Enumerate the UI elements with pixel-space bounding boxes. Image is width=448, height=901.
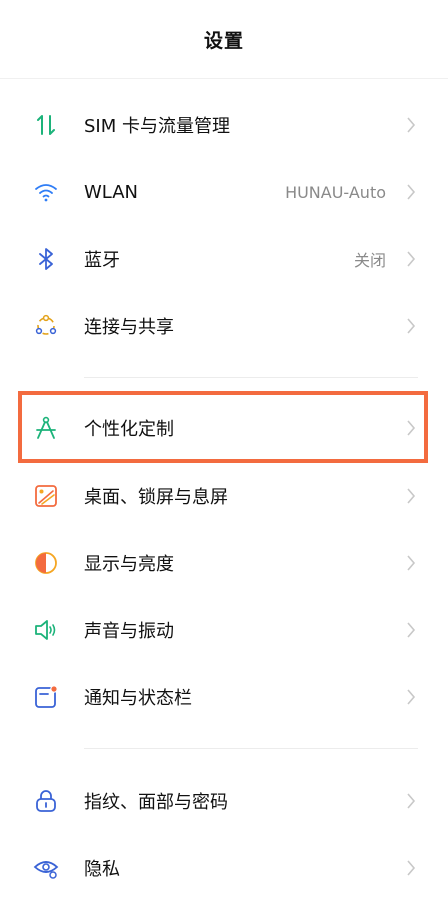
chevron-right-icon [404,249,418,269]
settings-item-personalization[interactable]: 个性化定制 [0,395,448,461]
settings-item-label: 指纹、面部与密码 [84,792,228,813]
wallpaper-icon [32,482,60,510]
chevron-right-icon [404,620,418,640]
settings-item-sim-data[interactable]: SIM 卡与流量管理 [0,92,448,158]
chevron-right-icon [404,316,418,336]
chevron-right-icon [404,687,418,707]
chevron-right-icon [404,486,418,506]
section-divider [84,748,418,749]
chevron-right-icon [404,182,418,202]
settings-item-label: 桌面、锁屏与息屏 [84,487,228,508]
settings-item-label: 通知与状态栏 [84,688,192,709]
wlan-network-value: HUNAU-Auto [285,182,386,202]
settings-item-wlan[interactable]: WLAN HUNAU-Auto [0,159,448,225]
bluetooth-status-value: 关闭 [353,251,386,270]
privacy-eye-icon [32,854,60,882]
chevron-right-icon [404,418,418,438]
page-title: 设置 [203,29,244,52]
bluetooth-icon [32,245,60,273]
wifi-icon [32,178,60,206]
compass-icon [32,414,60,442]
settings-item-sound-vibration[interactable]: 声音与振动 [0,597,448,663]
settings-item-label: SIM 卡与流量管理 [84,116,230,137]
settings-item-label: 连接与共享 [84,317,174,338]
sim-data-icon [32,111,60,139]
settings-item-label: 隐私 [84,859,120,880]
settings-item-label: 蓝牙 [84,250,120,271]
settings-item-label: 声音与振动 [84,621,174,642]
chevron-right-icon [404,553,418,573]
brightness-icon [32,549,60,577]
top-bar: 设置 [0,0,448,79]
settings-item-privacy[interactable]: 隐私 [0,835,448,901]
settings-item-display-brightness[interactable]: 显示与亮度 [0,530,448,596]
settings-item-bluetooth[interactable]: 蓝牙 关闭 [0,226,448,292]
notification-icon [32,683,60,711]
lock-icon [32,787,60,815]
chevron-right-icon [404,858,418,878]
section-divider [84,377,418,378]
settings-item-connection-sharing[interactable]: 连接与共享 [0,293,448,359]
share-icon [32,312,60,340]
settings-item-label: 个性化定制 [84,419,174,440]
speaker-icon [32,616,60,644]
settings-item-notifications[interactable]: 通知与状态栏 [0,664,448,730]
settings-item-label: 显示与亮度 [84,554,174,575]
chevron-right-icon [404,791,418,811]
settings-item-fingerprint-face-password[interactable]: 指纹、面部与密码 [0,768,448,834]
settings-item-desktop-lockscreen[interactable]: 桌面、锁屏与息屏 [0,463,448,529]
chevron-right-icon [404,115,418,135]
settings-item-label: WLAN [84,181,139,203]
